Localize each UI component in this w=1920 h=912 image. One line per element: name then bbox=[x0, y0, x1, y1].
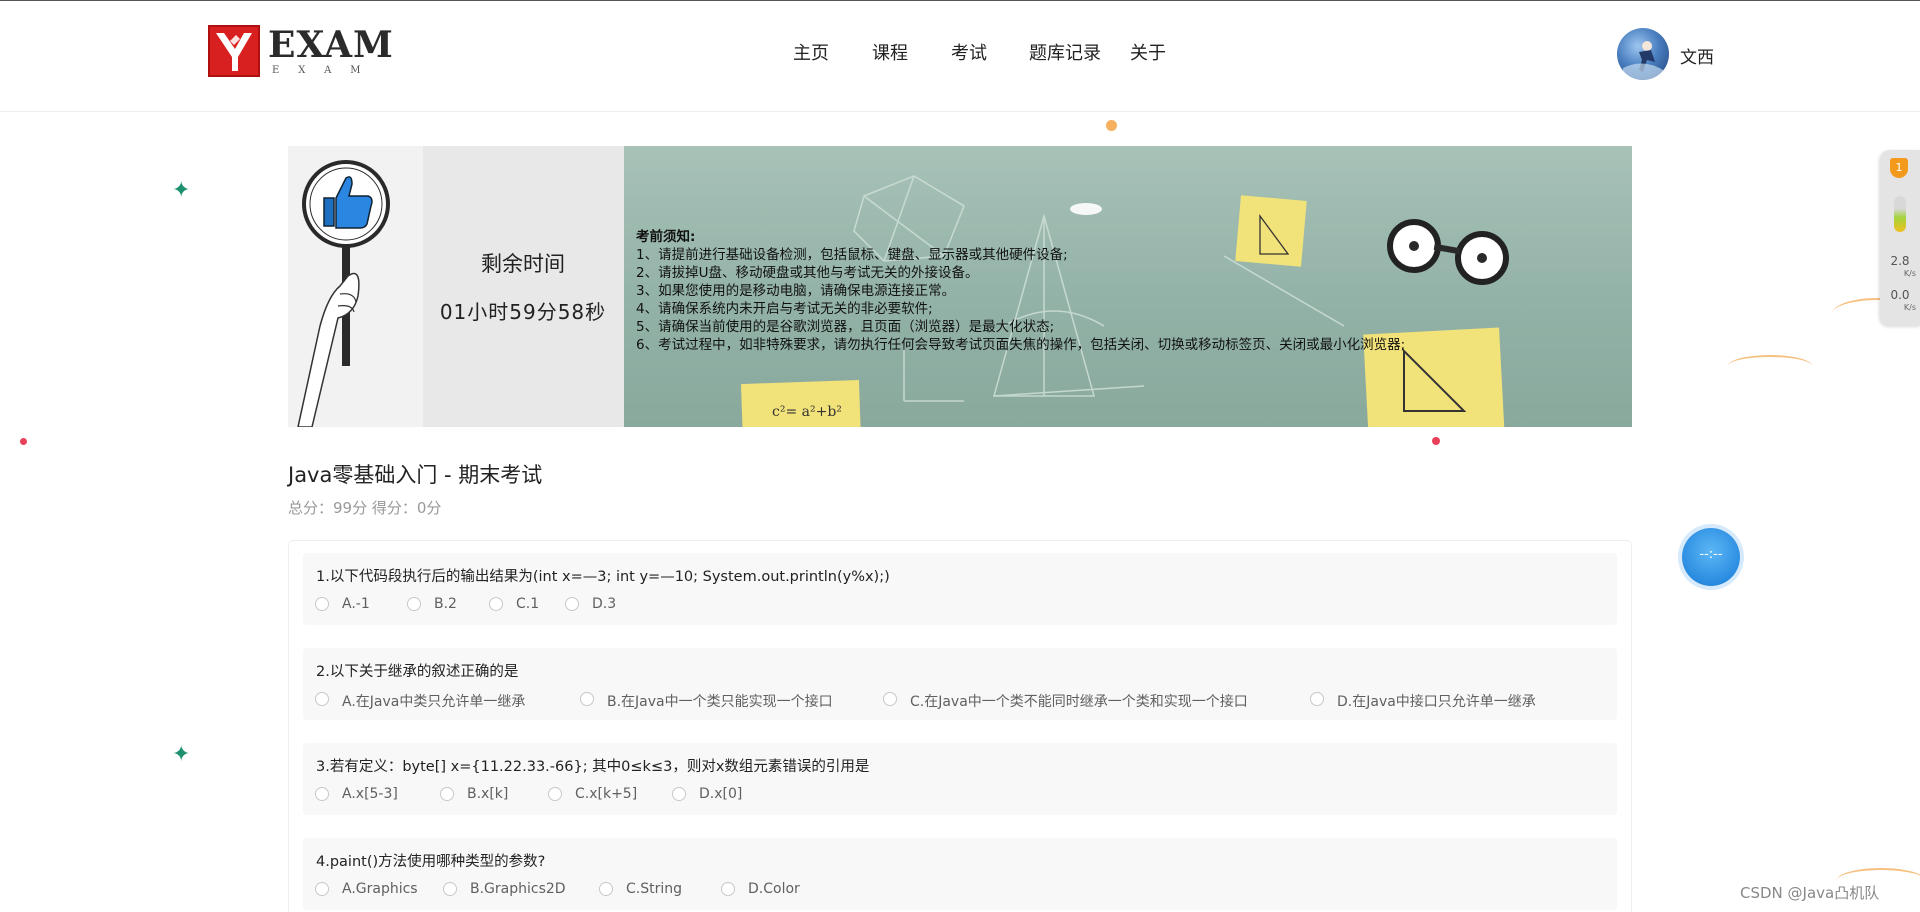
upload-speed: 2.8 bbox=[1890, 254, 1910, 268]
question-text: 3.若有定义：byte[] x={11.22.33.-66}; 其中0≤k≤3，… bbox=[316, 759, 870, 775]
watermark: CSDN @Java凸机队 bbox=[1740, 884, 1880, 902]
notice-line: 6、考试过程中，如非特殊要求，请勿执行任何会导致考试页面失焦的操作，包括关闭、切… bbox=[636, 337, 1406, 353]
exam-banner: 剩余时间 01小时59分58秒 c²= a²+b² 考前须知: 1、请提前进行基… bbox=[288, 146, 1632, 427]
user-name[interactable]: 文西 bbox=[1680, 43, 1714, 68]
radio-button[interactable] bbox=[489, 597, 503, 611]
notice-line: 1、请提前进行基础设备检测，包括鼠标、键盘、显示器或其他硬件设备; bbox=[636, 247, 1068, 263]
decor-arc-2 bbox=[1728, 355, 1812, 377]
floating-timer-label: --:-- bbox=[1699, 547, 1723, 562]
exam-notice-panel: c²= a²+b² 考前须知: 1、请提前进行基础设备检测，包括鼠标、键盘、显示… bbox=[624, 146, 1632, 427]
question-card: 3.若有定义：byte[] x={11.22.33.-66}; 其中0≤k≤3，… bbox=[303, 743, 1617, 815]
radio-button[interactable] bbox=[407, 597, 421, 611]
svg-text:c²= a²+b²: c²= a²+b² bbox=[772, 404, 842, 420]
radio-button[interactable] bbox=[672, 787, 686, 801]
shield-badge-icon: 1 bbox=[1890, 158, 1908, 178]
logo-subtext: EXAM bbox=[272, 65, 380, 76]
nav-item-courses[interactable]: 课程 bbox=[872, 39, 908, 65]
radio-button[interactable] bbox=[440, 787, 454, 801]
floating-timer-button[interactable]: --:-- bbox=[1682, 528, 1740, 586]
radio-button[interactable] bbox=[443, 882, 457, 896]
radio-button[interactable] bbox=[315, 787, 329, 801]
radio-button[interactable] bbox=[315, 597, 329, 611]
site-logo[interactable]: EXAM EXAM bbox=[208, 25, 393, 81]
question-list: 1.以下代码段执行后的输出结果为(int x=—3; int y=—10; Sy… bbox=[288, 540, 1632, 912]
speed-meter bbox=[1894, 196, 1906, 232]
question-text: 2.以下关于继承的叙述正确的是 bbox=[316, 664, 519, 680]
question-card: 2.以下关于继承的叙述正确的是 A.在Java中类只允许单一继承 B.在Java… bbox=[303, 648, 1617, 720]
nav-item-question-bank[interactable]: 题库记录 bbox=[1029, 39, 1101, 65]
question-text: 4.paint()方法使用哪种类型的参数? bbox=[316, 854, 546, 870]
countdown-panel: 剩余时间 01小时59分58秒 bbox=[423, 146, 623, 427]
notice-line: 3、如果您使用的是移动电脑，请确保电源连接正常。 bbox=[636, 283, 956, 299]
question-card: 4.paint()方法使用哪种类型的参数? A.Graphics B.Graph… bbox=[303, 838, 1617, 910]
countdown-value: 01小时59分58秒 bbox=[439, 300, 607, 324]
radio-button[interactable] bbox=[315, 692, 329, 706]
logo-emblem-icon bbox=[208, 25, 260, 77]
notice-title: 考前须知: bbox=[636, 229, 696, 245]
exam-notice-text: 考前须知: 1、请提前进行基础设备检测，包括鼠标、键盘、显示器或其他硬件设备; … bbox=[636, 228, 1405, 354]
site-header: EXAM EXAM 主页 课程 考试 题库记录 关于 文西 bbox=[0, 1, 1920, 112]
logo-text: EXAM bbox=[268, 24, 394, 66]
notice-line: 2、请拔掉U盘、移动硬盘或其他与考试无关的外接设备。 bbox=[636, 265, 979, 281]
exam-score: 总分：99分 得分：0分 bbox=[288, 499, 442, 517]
sparkle-icon: ✦ bbox=[172, 178, 191, 203]
question-card: 1.以下代码段执行后的输出结果为(int x=—3; int y=—10; Sy… bbox=[303, 553, 1617, 625]
decor-dot-orange bbox=[1106, 120, 1117, 131]
upload-unit: K/s bbox=[1903, 269, 1916, 278]
exam-title: Java零基础入门 - 期末考试 bbox=[288, 463, 543, 487]
download-unit: K/s bbox=[1903, 303, 1916, 312]
radio-button[interactable] bbox=[883, 692, 897, 706]
radio-button[interactable] bbox=[1310, 692, 1324, 706]
nav-item-home[interactable]: 主页 bbox=[793, 39, 829, 65]
notice-line: 4、请确保系统内未开启与考试无关的非必要软件; bbox=[636, 301, 933, 317]
avatar[interactable] bbox=[1617, 28, 1669, 80]
nav-item-exams[interactable]: 考试 bbox=[951, 39, 987, 65]
radio-button[interactable] bbox=[548, 787, 562, 801]
download-speed: 0.0 bbox=[1890, 288, 1910, 302]
sparkle-icon-2: ✦ bbox=[172, 742, 191, 767]
radio-button[interactable] bbox=[599, 882, 613, 896]
notice-line: 5、请确保当前使用的是谷歌浏览器，且页面（浏览器）是最大化状态; bbox=[636, 319, 1055, 335]
nav-item-about[interactable]: 关于 bbox=[1130, 39, 1166, 65]
decor-dot-red bbox=[20, 438, 27, 445]
countdown-label: 剩余时间 bbox=[481, 252, 565, 276]
radio-button[interactable] bbox=[565, 597, 579, 611]
question-text: 1.以下代码段执行后的输出结果为(int x=—3; int y=—10; Sy… bbox=[316, 569, 890, 585]
radio-button[interactable] bbox=[580, 692, 594, 706]
decor-dot-red-2 bbox=[1432, 437, 1440, 445]
network-speed-widget[interactable]: 1 2.8 K/s 0.0 K/s bbox=[1880, 150, 1920, 326]
thumbs-up-illustration bbox=[288, 146, 423, 427]
radio-button[interactable] bbox=[721, 882, 735, 896]
radio-button[interactable] bbox=[315, 882, 329, 896]
